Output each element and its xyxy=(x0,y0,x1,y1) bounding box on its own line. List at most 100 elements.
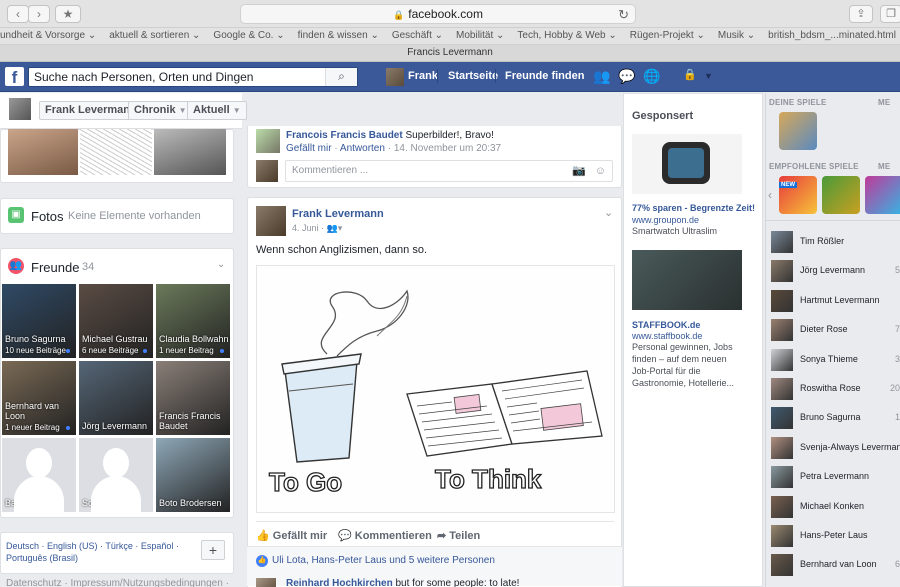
comment-button[interactable]: 💬 Kommentieren xyxy=(338,529,432,542)
account-menu-icon[interactable]: ▼ xyxy=(704,71,713,81)
messages-icon[interactable]: 💬 xyxy=(618,68,635,85)
game-icon[interactable] xyxy=(822,176,860,214)
photos-empty-text: Keine Elemente vorhanden xyxy=(68,210,201,222)
post-image[interactable]: To Go To Think xyxy=(256,265,615,513)
search-icon[interactable]: ⌕ xyxy=(325,68,357,86)
comment-author[interactable]: Reinhard Hochkirchen xyxy=(286,578,393,587)
ad-image-smartwatch[interactable] xyxy=(632,134,742,194)
chat-contact[interactable]: Dieter Rose 7 xyxy=(768,315,900,344)
friend-name: Bruno Sagurna xyxy=(5,334,66,344)
bookmark-item[interactable]: british_bdsm_...minated.html xyxy=(768,30,896,41)
sidebar-toggle-icon[interactable]: ★ xyxy=(55,5,81,23)
bookmark-item[interactable]: aktuell & sortieren ⌄ xyxy=(109,30,200,41)
bookmark-item[interactable]: Geschäft ⌄ xyxy=(392,30,443,41)
footer-links[interactable]: Datenschutz · Impressum/Nutzungsbedingun… xyxy=(6,578,229,587)
facebook-logo-icon[interactable]: f xyxy=(5,67,24,87)
forward-button[interactable]: › xyxy=(28,5,50,23)
chat-contact[interactable]: Jörg Levermann 5 xyxy=(768,256,900,285)
chat-contact[interactable]: Petra Levermann xyxy=(768,462,900,491)
chat-contact[interactable]: Roswitha Rose 20 xyxy=(768,374,900,403)
comment-label: Kommentieren xyxy=(354,530,432,542)
post-date[interactable]: 4. Juni · 👥▾ xyxy=(292,223,342,234)
more-link[interactable]: ME xyxy=(878,162,890,171)
ad1-headline[interactable]: 77% sparen - Begrenzte Zeit! xyxy=(632,203,755,213)
share-button[interactable]: ➦ Teilen xyxy=(437,529,480,542)
friend-tile[interactable]: Jörg Levermann xyxy=(79,361,153,435)
chat-contact[interactable]: Svenja-Always Levermann xyxy=(768,433,900,462)
photo-thumbnail[interactable] xyxy=(154,129,226,175)
avatar[interactable] xyxy=(256,578,276,587)
friend-requests-icon[interactable]: 👥 xyxy=(593,68,610,85)
chat-contact[interactable]: Michael Konken xyxy=(768,492,900,521)
chat-contact-count: 1 xyxy=(894,412,900,423)
comment-like-link[interactable]: Gefällt mir xyxy=(286,143,332,154)
friend-tile[interactable]: Francis Francis Baudet xyxy=(156,361,230,435)
photos-title[interactable]: Fotos xyxy=(31,209,64,224)
friend-tile[interactable]: Claudia Bollwahn 1 neuer Beitrag xyxy=(156,284,230,358)
avatar[interactable] xyxy=(386,68,404,86)
post-author[interactable]: Frank Levermann xyxy=(292,208,384,220)
reload-icon[interactable]: ↻ xyxy=(618,6,629,24)
chat-contact[interactable]: Hans-Peter Laus xyxy=(768,521,900,550)
privacy-shortcuts-icon[interactable]: 🔒 xyxy=(683,68,697,81)
post-date-text: 4. Juni · xyxy=(292,223,325,233)
chat-contact[interactable]: Bernhard van Loon 6 xyxy=(768,550,900,579)
avatar xyxy=(771,289,793,312)
bookmark-item[interactable]: Tech, Hobby & Web ⌄ xyxy=(517,30,616,41)
chat-contact[interactable]: Tim Rößler xyxy=(768,227,900,256)
friend-tile[interactable]: Barbara Klask xyxy=(2,438,76,512)
post-options-icon[interactable]: ⌄ xyxy=(604,206,613,219)
search-input[interactable]: Suche nach Personen, Orten und Dingen ⌕ xyxy=(28,67,358,87)
language-links[interactable]: Deutsch · English (US) · Türkçe · Españo… xyxy=(6,540,191,564)
photo-thumbnail[interactable] xyxy=(80,129,152,175)
more-link[interactable]: ME xyxy=(878,98,890,107)
game-icon[interactable] xyxy=(779,112,817,150)
chevron-down-icon[interactable]: ⌄ xyxy=(217,259,225,270)
chat-contact[interactable]: Sonya Thieme 3 xyxy=(768,345,900,374)
chevron-left-icon[interactable]: ‹ xyxy=(768,188,772,202)
add-language-button[interactable]: + xyxy=(201,540,225,560)
avatar[interactable] xyxy=(256,129,280,153)
notifications-icon[interactable]: 🌐 xyxy=(643,68,660,85)
avatar[interactable] xyxy=(9,98,31,120)
friends-title[interactable]: Freunde xyxy=(31,260,79,275)
bookmark-item[interactable]: Musik ⌄ xyxy=(718,30,755,41)
ad-image-staffbook[interactable] xyxy=(632,250,742,310)
game-icon[interactable] xyxy=(865,176,900,214)
avatar[interactable] xyxy=(256,206,286,236)
tabs-icon[interactable]: ❐ xyxy=(880,5,900,23)
bookmark-item[interactable]: Mobilität ⌄ xyxy=(456,30,504,41)
sticker-icon[interactable]: ☺ xyxy=(595,161,606,181)
audience-icon[interactable]: 👥▾ xyxy=(327,223,343,233)
friend-tile[interactable]: Sonya Thieme xyxy=(79,438,153,512)
comment-input[interactable]: Kommentieren ... 📷 ☺ xyxy=(285,160,613,182)
recent-label: Aktuell xyxy=(193,104,230,116)
chat-contact[interactable]: Hartmut Levermann xyxy=(768,286,900,315)
avatar xyxy=(771,260,793,283)
find-friends-link[interactable]: Freunde finden xyxy=(505,70,584,82)
recent-dropdown[interactable]: Aktuell ▼ xyxy=(187,101,247,120)
photo-thumbnail[interactable] xyxy=(8,129,78,175)
friend-tile[interactable]: Boto Brodersen xyxy=(156,438,230,512)
timeline-dropdown[interactable]: Chronik ▼ xyxy=(128,101,193,120)
home-link[interactable]: Startseite xyxy=(448,70,498,82)
camera-icon[interactable]: 📷 xyxy=(572,161,586,181)
like-button[interactable]: 👍 Gefällt mir xyxy=(256,529,327,542)
bookmark-item[interactable]: finden & wissen ⌄ xyxy=(298,30,379,41)
bookmark-item[interactable]: undheit & Vorsorge ⌄ xyxy=(0,30,96,41)
friend-tile[interactable]: Bernhard van Loon 1 neuer Beitrag xyxy=(2,361,76,435)
friend-tile[interactable]: Bruno Sagurna 10 neue Beiträge xyxy=(2,284,76,358)
bookmark-item[interactable]: Rügen-Projekt ⌄ xyxy=(630,30,705,41)
ad2-headline[interactable]: STAFFBOOK.de xyxy=(632,320,700,330)
comment-reply-link[interactable]: Antworten xyxy=(340,143,385,154)
likes-summary[interactable]: Uli Lota, Hans-Peter Laus und 5 weitere … xyxy=(272,555,495,566)
friend-tile[interactable]: Michael Gustrau 6 neue Beiträge xyxy=(79,284,153,358)
profile-link[interactable]: Frank xyxy=(408,70,438,82)
chat-contact[interactable]: Bruno Sagurna 1 xyxy=(768,403,900,432)
share-icon[interactable]: ⇪ xyxy=(849,5,873,23)
bookmark-item[interactable]: Google & Co. ⌄ xyxy=(213,30,284,41)
address-bar[interactable]: 🔒 facebook.com ↻ xyxy=(240,4,636,24)
friend-name: Boto Brodersen xyxy=(159,498,222,508)
comment-author[interactable]: Francois Francis Baudet xyxy=(286,130,403,141)
back-button[interactable]: ‹ xyxy=(7,5,29,23)
